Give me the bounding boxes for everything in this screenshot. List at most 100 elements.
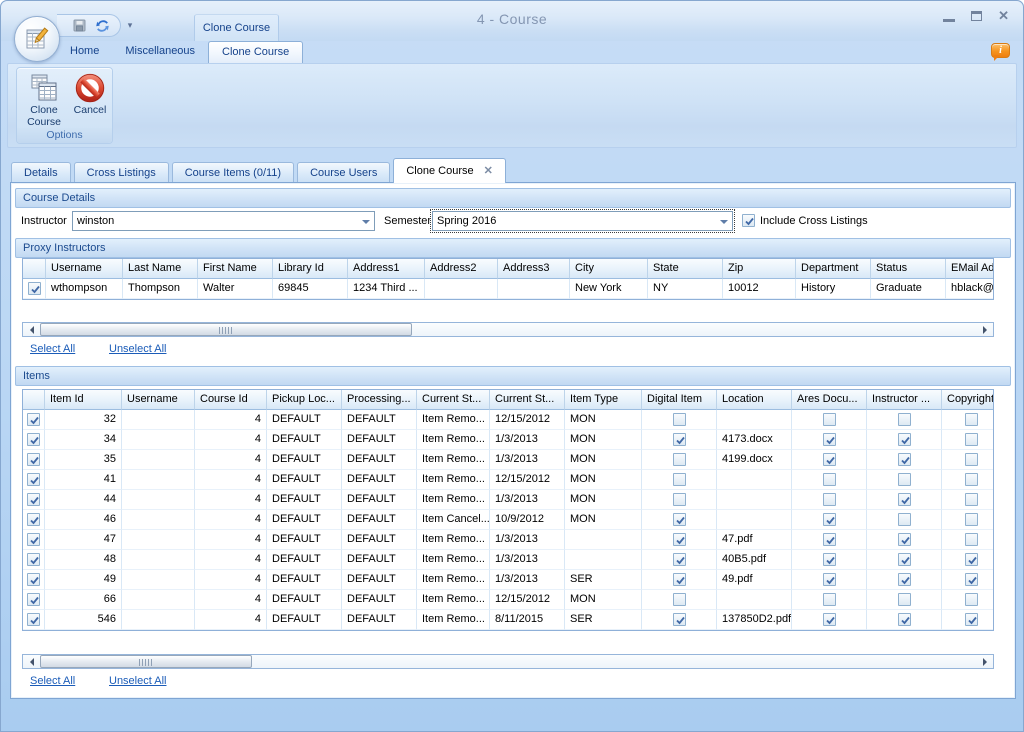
grid-row[interactable]: 444DEFAULTDEFAULTItem Remo...1/3/2013MON xyxy=(23,490,993,510)
row-select-checkbox[interactable] xyxy=(27,593,40,606)
column-header-first-name[interactable]: First Name xyxy=(198,259,273,279)
column-header-item-id[interactable]: Item Id xyxy=(45,390,122,410)
scrollbar-track[interactable] xyxy=(38,323,978,336)
grid-row[interactable]: 474DEFAULTDEFAULTItem Remo...1/3/201347.… xyxy=(23,530,993,550)
grid-row[interactable]: 464DEFAULTDEFAULTItem Cancel...10/9/2012… xyxy=(23,510,993,530)
tab-cross-listings[interactable]: Cross Listings xyxy=(74,162,169,183)
instructor-checkbox[interactable] xyxy=(898,533,911,546)
tab-close-icon[interactable]: ✕ xyxy=(484,159,493,183)
column-header-item-type[interactable]: Item Type xyxy=(565,390,642,410)
ribbon-tab-miscellaneous[interactable]: Miscellaneous xyxy=(112,41,208,63)
row-select-checkbox[interactable] xyxy=(27,413,40,426)
refresh-icon[interactable] xyxy=(95,19,110,33)
column-header-pickup-loc[interactable]: Pickup Loc... xyxy=(267,390,342,410)
ares-docu-checkbox[interactable] xyxy=(823,473,836,486)
row-select-checkbox[interactable] xyxy=(27,433,40,446)
chevron-down-icon[interactable] xyxy=(720,220,728,228)
scrollbar-thumb[interactable] xyxy=(40,323,412,336)
select-column-header[interactable] xyxy=(23,390,45,410)
column-header-city[interactable]: City xyxy=(570,259,648,279)
digital-item-checkbox[interactable] xyxy=(673,453,686,466)
ares-docu-checkbox[interactable] xyxy=(823,493,836,506)
digital-item-checkbox[interactable] xyxy=(673,593,686,606)
copyright-checkbox[interactable] xyxy=(965,453,978,466)
instructor-checkbox[interactable] xyxy=(898,473,911,486)
tab-course-users[interactable]: Course Users xyxy=(297,162,390,183)
column-header-current-st[interactable]: Current St... xyxy=(490,390,565,410)
digital-item-checkbox[interactable] xyxy=(673,553,686,566)
items-grid-hscrollbar[interactable] xyxy=(22,654,994,669)
column-header-copyright[interactable]: Copyright xyxy=(942,390,994,410)
scroll-left-icon[interactable] xyxy=(23,323,38,336)
cancel-button[interactable]: Cancel xyxy=(67,72,113,116)
column-header-address3[interactable]: Address3 xyxy=(498,259,570,279)
ares-docu-checkbox[interactable] xyxy=(823,413,836,426)
copyright-checkbox[interactable] xyxy=(965,553,978,566)
instructor-combobox[interactable]: winston xyxy=(72,211,375,231)
instructor-checkbox[interactable] xyxy=(898,453,911,466)
digital-item-checkbox[interactable] xyxy=(673,533,686,546)
instructor-checkbox[interactable] xyxy=(898,593,911,606)
column-header-department[interactable]: Department xyxy=(796,259,871,279)
digital-item-checkbox[interactable] xyxy=(673,413,686,426)
grid-row[interactable]: 484DEFAULTDEFAULTItem Remo...1/3/201340B… xyxy=(23,550,993,570)
copyright-checkbox[interactable] xyxy=(965,573,978,586)
digital-item-checkbox[interactable] xyxy=(673,573,686,586)
column-header-digital-item[interactable]: Digital Item xyxy=(642,390,717,410)
column-header-username[interactable]: Username xyxy=(122,390,195,410)
instructor-checkbox[interactable] xyxy=(898,413,911,426)
column-header-instructor[interactable]: Instructor ... xyxy=(867,390,942,410)
row-select-checkbox[interactable] xyxy=(27,493,40,506)
instructor-checkbox[interactable] xyxy=(898,493,911,506)
items-select-all-link[interactable]: Select All xyxy=(30,675,75,687)
copyright-checkbox[interactable] xyxy=(965,593,978,606)
ares-docu-checkbox[interactable] xyxy=(823,453,836,466)
row-select-checkbox[interactable] xyxy=(27,553,40,566)
column-header-email-addr[interactable]: EMail Addr xyxy=(946,259,994,279)
scroll-left-icon[interactable] xyxy=(23,655,38,668)
ares-docu-checkbox[interactable] xyxy=(823,593,836,606)
ares-docu-checkbox[interactable] xyxy=(823,573,836,586)
ares-docu-checkbox[interactable] xyxy=(823,613,836,626)
close-icon[interactable]: ✕ xyxy=(998,10,1009,22)
ribbon-tab-home[interactable]: Home xyxy=(57,41,112,63)
digital-item-checkbox[interactable] xyxy=(673,493,686,506)
ares-docu-checkbox[interactable] xyxy=(823,433,836,446)
copyright-checkbox[interactable] xyxy=(965,513,978,526)
grid-row[interactable]: 414DEFAULTDEFAULTItem Remo...12/15/2012M… xyxy=(23,470,993,490)
copyright-checkbox[interactable] xyxy=(965,493,978,506)
scroll-right-icon[interactable] xyxy=(978,655,993,668)
grid-row[interactable]: 344DEFAULTDEFAULTItem Remo...1/3/2013MON… xyxy=(23,430,993,450)
copyright-checkbox[interactable] xyxy=(965,613,978,626)
tab-clone-course[interactable]: Clone Course✕ xyxy=(393,158,505,183)
instructor-checkbox[interactable] xyxy=(898,553,911,566)
instructor-checkbox[interactable] xyxy=(898,433,911,446)
digital-item-checkbox[interactable] xyxy=(673,433,686,446)
ares-docu-checkbox[interactable] xyxy=(823,513,836,526)
save-icon[interactable] xyxy=(73,19,86,32)
digital-item-checkbox[interactable] xyxy=(673,513,686,526)
column-header-processing[interactable]: Processing... xyxy=(342,390,417,410)
grid-row[interactable]: 494DEFAULTDEFAULTItem Remo...1/3/2013SER… xyxy=(23,570,993,590)
chevron-down-icon[interactable] xyxy=(362,220,370,228)
column-header-last-name[interactable]: Last Name xyxy=(123,259,198,279)
column-header-address2[interactable]: Address2 xyxy=(425,259,498,279)
proxy-grid-hscrollbar[interactable] xyxy=(22,322,994,337)
select-column-header[interactable] xyxy=(23,259,46,279)
include-cross-listings-checkbox[interactable] xyxy=(742,214,755,227)
grid-row[interactable]: 324DEFAULTDEFAULTItem Remo...12/15/2012M… xyxy=(23,410,993,430)
instructor-checkbox[interactable] xyxy=(898,573,911,586)
copyright-checkbox[interactable] xyxy=(965,433,978,446)
column-header-course-id[interactable]: Course Id xyxy=(195,390,267,410)
column-header-ares-docu[interactable]: Ares Docu... xyxy=(792,390,867,410)
proxy-select-all-link[interactable]: Select All xyxy=(30,343,75,355)
row-select-checkbox[interactable] xyxy=(27,453,40,466)
instructor-checkbox[interactable] xyxy=(898,513,911,526)
tab-course-items-0-11[interactable]: Course Items (0/11) xyxy=(172,162,294,183)
column-header-username[interactable]: Username xyxy=(46,259,123,279)
digital-item-checkbox[interactable] xyxy=(673,473,686,486)
copyright-checkbox[interactable] xyxy=(965,413,978,426)
tab-details[interactable]: Details xyxy=(11,162,71,183)
row-select-checkbox[interactable] xyxy=(27,613,40,626)
row-select-checkbox[interactable] xyxy=(27,473,40,486)
